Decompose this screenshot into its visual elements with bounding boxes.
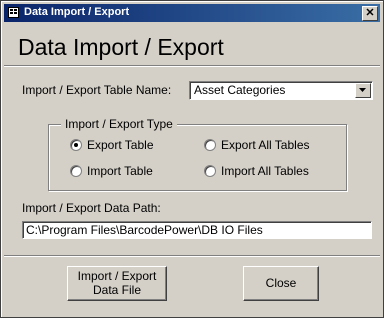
type-groupbox <box>48 124 347 191</box>
radio-selected-dot <box>74 143 78 147</box>
radio-export-all-tables[interactable] <box>204 139 216 151</box>
header-section: Data Import / Export <box>4 23 380 65</box>
radio-label-export-table[interactable]: Export Table <box>87 138 154 152</box>
footer-divider <box>4 255 380 257</box>
table-name-label: Import / Export Table Name: <box>22 83 172 97</box>
type-group-legend: Import / Export Type <box>61 117 177 131</box>
data-path-label: Import / Export Data Path: <box>22 201 161 215</box>
data-path-value: C:\Program Files\BarcodePower\DB IO File… <box>26 223 263 237</box>
page-title: Data Import / Export <box>18 34 224 60</box>
dropdown-button[interactable] <box>355 83 371 98</box>
radio-label-import-all-tables[interactable]: Import All Tables <box>221 164 309 178</box>
window-title: Data Import / Export <box>24 6 130 18</box>
radio-label-export-all-tables[interactable]: Export All Tables <box>221 138 310 152</box>
header-divider <box>4 65 380 67</box>
table-name-value: Asset Categories <box>194 83 286 97</box>
radio-label-import-table[interactable]: Import Table <box>87 164 153 178</box>
table-name-dropdown[interactable]: Asset Categories <box>189 81 373 100</box>
radio-import-table[interactable] <box>70 165 82 177</box>
close-button[interactable]: Close <box>243 266 319 301</box>
radio-export-table[interactable] <box>70 139 82 151</box>
title-bar[interactable]: Data Import / Export ✕ <box>4 4 380 22</box>
form-icon <box>8 7 19 18</box>
dialog-window: Data Import / Export ✕ Data Import / Exp… <box>0 0 384 318</box>
chevron-down-icon <box>359 88 366 92</box>
radio-import-all-tables[interactable] <box>204 165 216 177</box>
data-path-input[interactable]: C:\Program Files\BarcodePower\DB IO File… <box>22 221 372 239</box>
button-label-line1: Import / Export <box>77 269 157 283</box>
import-export-data-file-button[interactable]: Import / Export Data File <box>67 266 167 301</box>
button-label-line2: Data File <box>92 283 142 297</box>
close-icon[interactable]: ✕ <box>362 6 378 21</box>
